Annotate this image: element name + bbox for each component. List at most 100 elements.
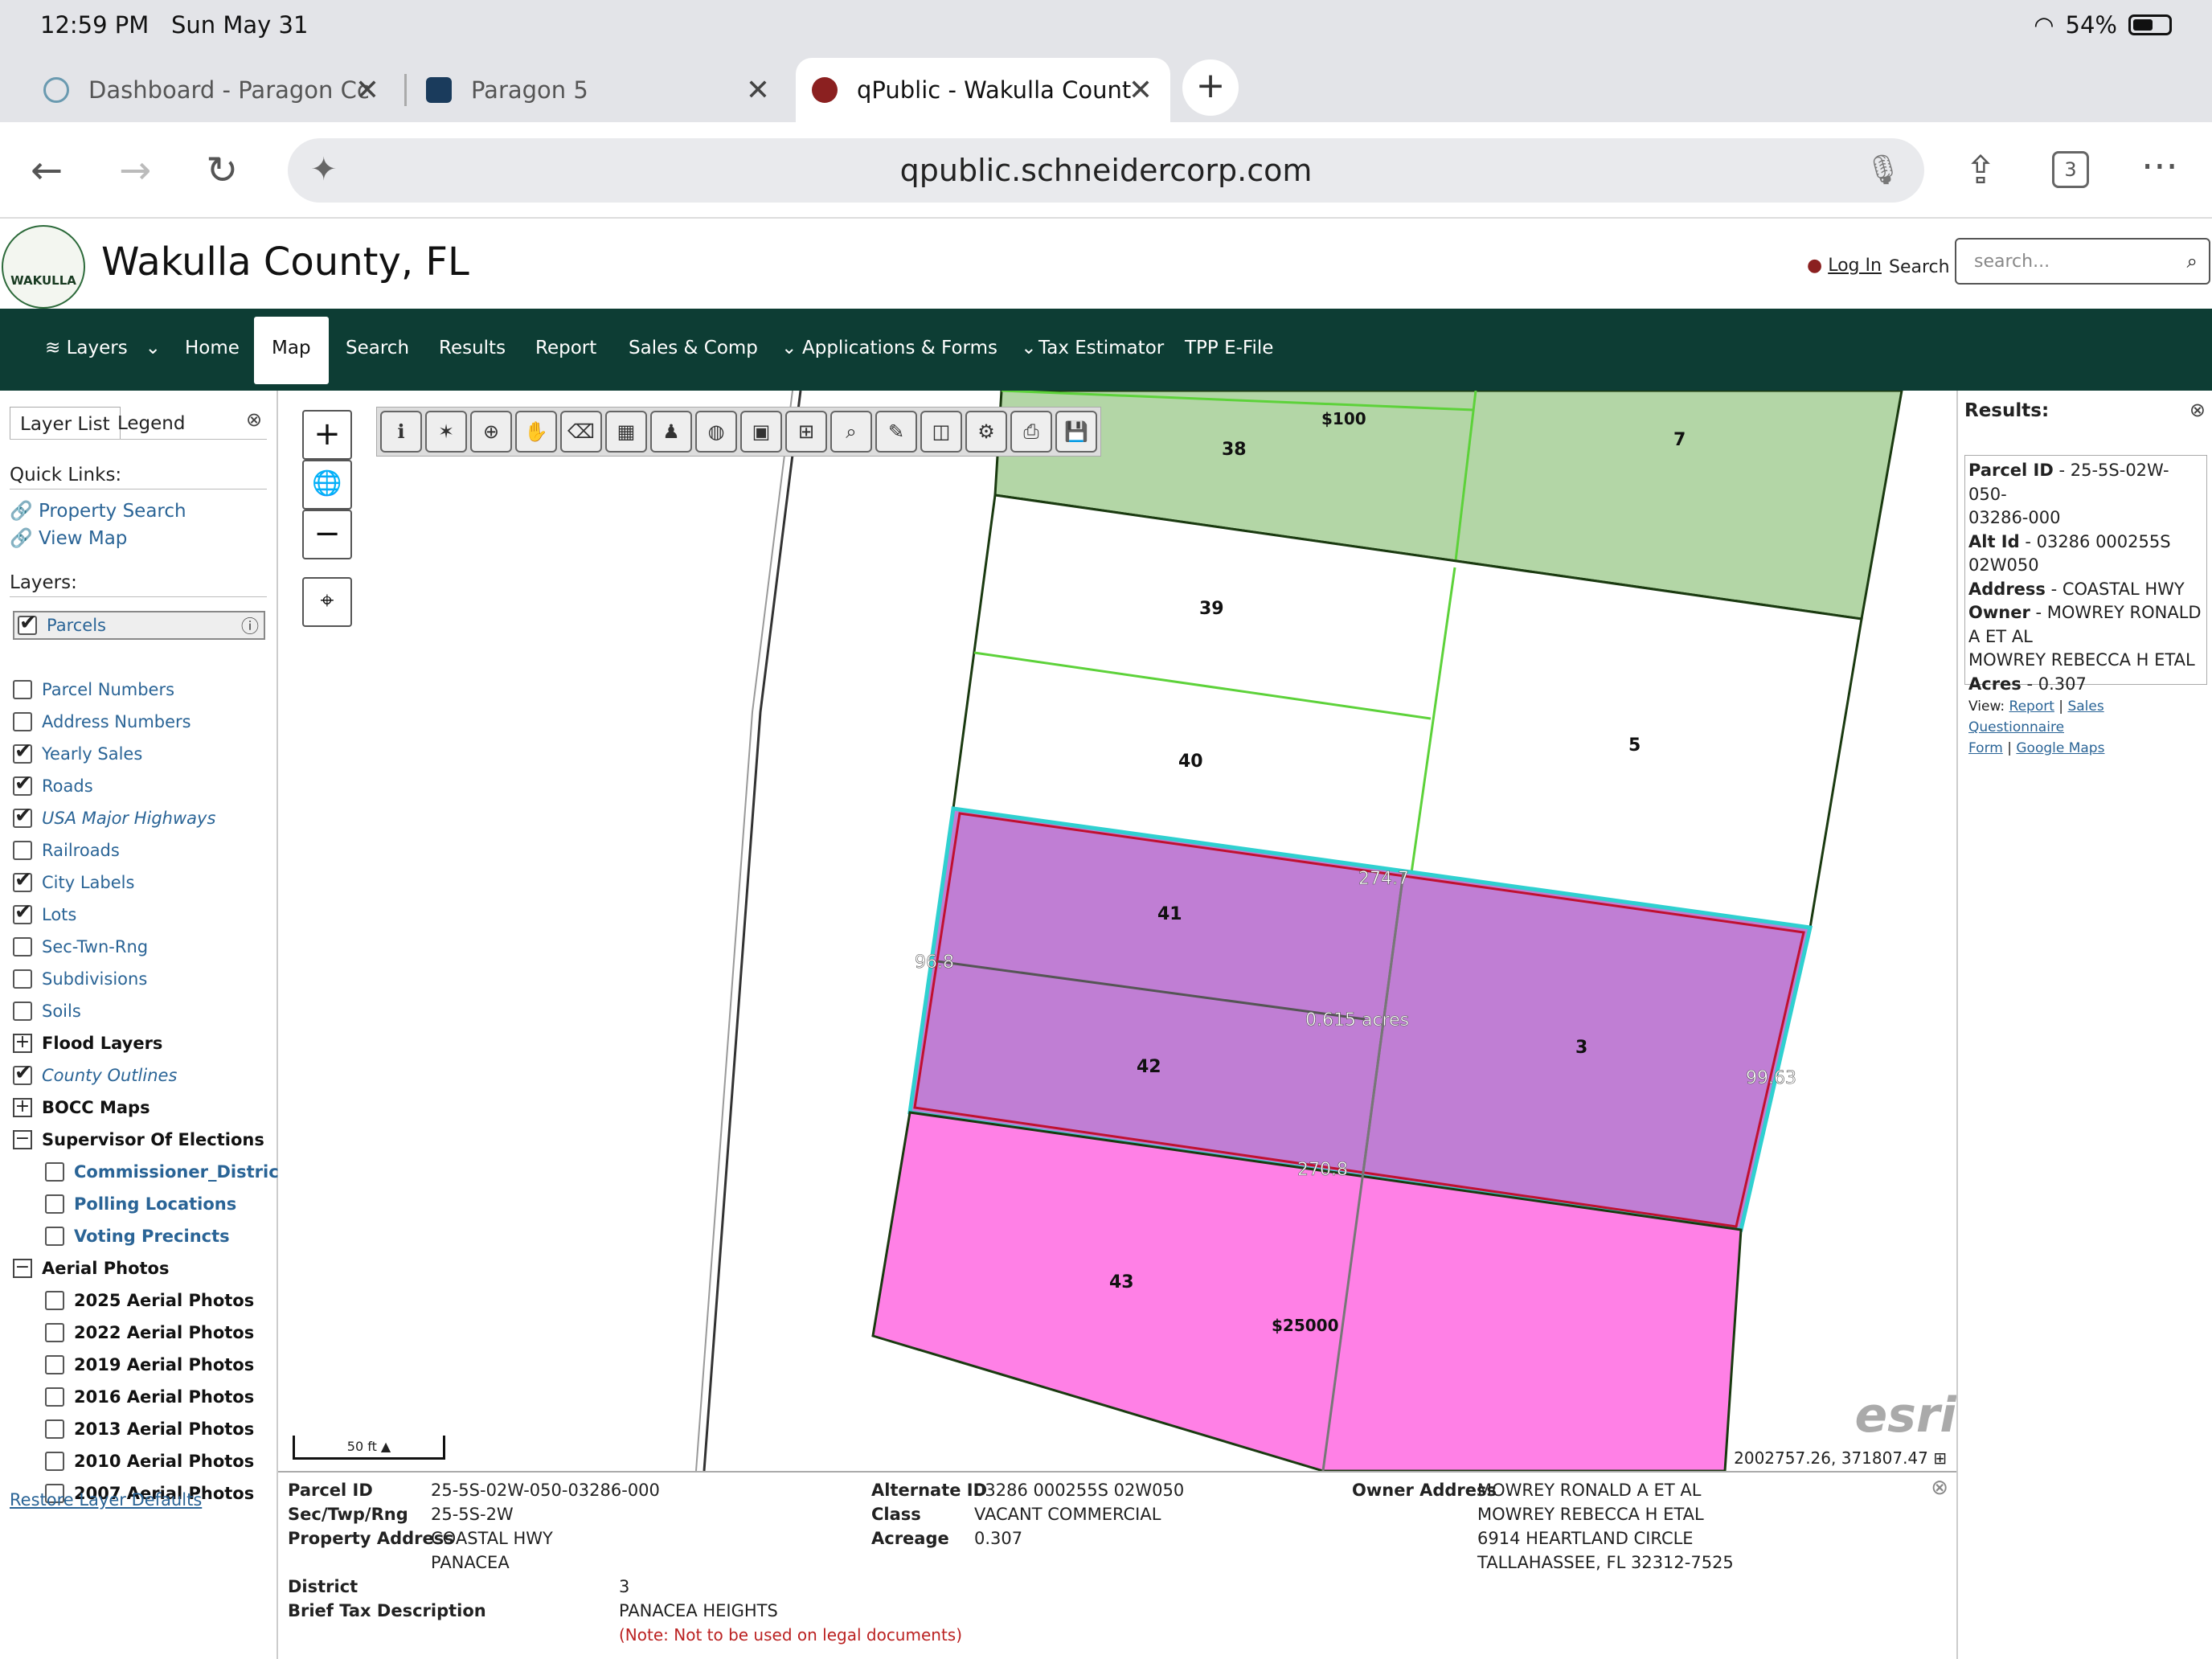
close-info-icon[interactable]: ⊗: [1931, 1476, 1948, 1500]
nav-map[interactable]: Map: [254, 317, 329, 384]
info-icon[interactable]: ⓘ: [241, 612, 259, 638]
checkbox[interactable]: [13, 739, 32, 764]
layer-parcels[interactable]: Parcels ⓘ: [13, 611, 265, 640]
close-tab-icon[interactable]: ✕: [746, 74, 770, 107]
checkbox[interactable]: [13, 772, 32, 796]
layer-group-aerial[interactable]: − Aerial Photos: [13, 1254, 169, 1283]
collapse-icon[interactable]: −: [13, 1130, 32, 1149]
map-canvas[interactable]: 38 7 39 40 5 41 42 3 43 $100 $25000 274.…: [278, 391, 1956, 1471]
tab-legend[interactable]: Legend: [108, 407, 195, 439]
layer-aerial-2016[interactable]: 2016 Aerial Photos: [45, 1382, 254, 1411]
nav-home[interactable]: Home: [185, 338, 240, 358]
nav-sales-comp[interactable]: Sales & Comp ⌄: [629, 338, 797, 358]
search-icon[interactable]: ⌕: [2187, 250, 2198, 272]
layer-group-flood[interactable]: + Flood Layers: [13, 1029, 162, 1058]
login-link[interactable]: Log In: [1828, 256, 1882, 276]
layer-group-elections[interactable]: − Supervisor Of Elections: [13, 1125, 264, 1154]
nav-applications-forms[interactable]: Applications & Forms ⌄: [802, 338, 1037, 358]
draw-pencil-tool-icon[interactable]: ✎: [875, 411, 917, 453]
checkbox[interactable]: [13, 1002, 32, 1021]
layer-usa-major-highways[interactable]: USA Major Highways: [13, 804, 215, 833]
tab-qpublic[interactable]: qPublic - Wakulla Count ✕: [796, 58, 1170, 122]
checkbox[interactable]: [45, 1291, 64, 1310]
nav-search[interactable]: Search: [346, 338, 409, 358]
layer-roads[interactable]: Roads: [13, 772, 93, 801]
layer-subdivisions[interactable]: Subdivisions: [13, 965, 147, 993]
checkbox[interactable]: [45, 1355, 64, 1374]
layer-aerial-2025[interactable]: 2025 Aerial Photos: [45, 1286, 254, 1315]
layer-aerial-2013[interactable]: 2013 Aerial Photos: [45, 1415, 254, 1444]
checkbox[interactable]: [45, 1227, 64, 1246]
checkbox[interactable]: [13, 1061, 32, 1085]
nav-layers[interactable]: ≋ Layers ⌄: [45, 338, 161, 358]
nav-results[interactable]: Results: [439, 338, 506, 358]
locate-button[interactable]: ⌖: [302, 577, 352, 627]
sales-questionnaire-link-cont[interactable]: Form: [1968, 740, 2003, 756]
checkbox[interactable]: [45, 1194, 64, 1214]
layer-voting-precincts[interactable]: Voting Precincts: [45, 1222, 230, 1251]
expand-icon[interactable]: +: [13, 1034, 32, 1053]
reload-icon[interactable]: ↻: [206, 148, 238, 193]
nav-report[interactable]: Report: [535, 338, 596, 358]
zoom-in-button[interactable]: +: [302, 410, 352, 460]
tab-layer-list[interactable]: Layer List: [10, 407, 121, 439]
report-link[interactable]: Report: [2009, 698, 2054, 715]
close-tab-icon[interactable]: ✕: [1129, 74, 1153, 107]
nav-tax-estimator[interactable]: Tax Estimator: [1038, 338, 1164, 358]
print-tool-icon[interactable]: ⎙: [1010, 411, 1052, 453]
zoom-box-tool-icon[interactable]: ⊕: [470, 411, 512, 453]
back-arrow-icon[interactable]: ←: [31, 148, 63, 193]
layer-city-labels[interactable]: City Labels: [13, 868, 134, 897]
layer-aerial-2019[interactable]: 2019 Aerial Photos: [45, 1350, 254, 1379]
street-view-tool-icon[interactable]: ♟: [650, 411, 692, 453]
checkbox[interactable]: [45, 1387, 64, 1407]
layer-aerial-2022[interactable]: 2022 Aerial Photos: [45, 1318, 254, 1347]
select-tool-icon[interactable]: ✶: [425, 411, 467, 453]
more-icon[interactable]: ···: [2141, 145, 2178, 190]
checkbox[interactable]: [18, 611, 37, 635]
close-panel-icon[interactable]: ⊗: [246, 408, 262, 431]
layer-railroads[interactable]: Railroads: [13, 836, 120, 865]
layer-address-numbers[interactable]: Address Numbers: [13, 707, 191, 736]
layer-polling-locations[interactable]: Polling Locations: [45, 1190, 236, 1219]
photo-tool-icon[interactable]: ▣: [740, 411, 782, 453]
tab-dashboard[interactable]: Dashboard - Paragon Cc ✕: [43, 58, 397, 122]
checkbox[interactable]: [13, 900, 32, 924]
parcel-map[interactable]: 38 7 39 40 5 41 42 3 43 $100 $25000 274.…: [278, 391, 1956, 1471]
zoom-out-button[interactable]: −: [302, 510, 352, 559]
pan-hand-tool-icon[interactable]: ✋: [515, 411, 557, 453]
view-map-link[interactable]: 🔗 View Map: [10, 527, 127, 549]
layer-aerial-2010[interactable]: 2010 Aerial Photos: [45, 1447, 254, 1476]
checkbox[interactable]: [13, 868, 32, 892]
checkbox[interactable]: [13, 841, 32, 860]
layer-yearly-sales[interactable]: Yearly Sales: [13, 739, 142, 768]
buffer-tool-icon[interactable]: ◫: [920, 411, 962, 453]
checkbox[interactable]: [13, 804, 32, 828]
checkbox[interactable]: [45, 1419, 64, 1439]
site-search-input[interactable]: search... ⌕: [1955, 238, 2210, 285]
globe-tool-icon[interactable]: ◍: [695, 411, 737, 453]
checkbox[interactable]: [45, 1323, 64, 1342]
checkbox[interactable]: [13, 680, 32, 699]
expand-icon[interactable]: +: [13, 1098, 32, 1117]
microphone-icon[interactable]: 🎙: [1865, 153, 1902, 186]
identify-tool-icon[interactable]: ℹ: [380, 411, 422, 453]
restore-layer-defaults-link[interactable]: Restore Layer Defaults: [10, 1490, 202, 1509]
save-tool-icon[interactable]: 💾: [1055, 411, 1097, 453]
checkbox[interactable]: [13, 937, 32, 956]
layer-lots[interactable]: Lots: [13, 900, 76, 929]
layer-parcel-numbers[interactable]: Parcel Numbers: [13, 675, 174, 704]
address-bar[interactable]: ✦ qpublic.schneidercorp.com 🎙: [288, 138, 1924, 203]
property-search-link[interactable]: 🔗 Property Search: [10, 500, 186, 522]
checkbox[interactable]: [45, 1162, 64, 1182]
google-maps-link[interactable]: Google Maps: [2016, 740, 2104, 756]
checkbox[interactable]: [13, 712, 32, 731]
close-results-icon[interactable]: ⊗: [2189, 399, 2206, 421]
checkbox[interactable]: [45, 1452, 64, 1471]
close-tab-icon[interactable]: ✕: [355, 74, 379, 107]
new-tab-button[interactable]: +: [1182, 59, 1239, 116]
forward-arrow-icon[interactable]: →: [119, 148, 151, 193]
search-tool-icon[interactable]: ⌕: [830, 411, 872, 453]
collapse-icon[interactable]: −: [13, 1259, 32, 1278]
checkbox[interactable]: [13, 969, 32, 989]
